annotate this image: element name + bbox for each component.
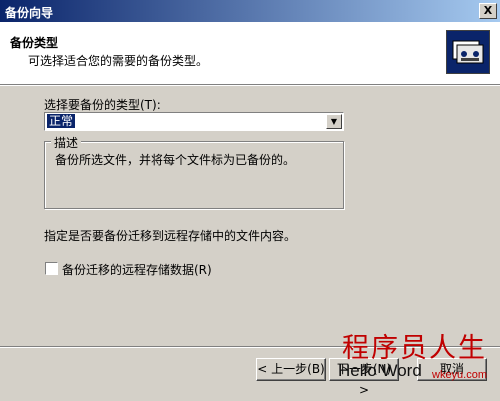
remote-storage-checkbox-label[interactable]: 备份迁移的远程存储数据(R)	[62, 261, 212, 278]
title-bar[interactable]: 备份向导 X	[0, 0, 500, 22]
remote-storage-checkbox[interactable]	[45, 262, 58, 275]
page-title: 备份类型	[10, 36, 59, 50]
window-title: 备份向导	[5, 6, 54, 20]
description-group: 描述 备份所选文件，并将每个文件标为已备份的。	[44, 134, 344, 209]
backup-type-label: 选择要备份的类型(T):	[44, 98, 161, 112]
watermark-english: Hello Word	[338, 361, 422, 380]
description-text: 备份所选文件，并将每个文件标为已备份的。	[55, 153, 296, 167]
page-subtitle: 可选择适合您的需要的备份类型。	[28, 54, 209, 68]
backup-type-select[interactable]: 正常 ▼	[44, 112, 344, 131]
description-legend: 描述	[51, 134, 82, 151]
backup-type-selected-value: 正常	[45, 113, 77, 129]
close-button[interactable]: X	[479, 3, 497, 19]
backup-tape-icon	[446, 30, 490, 74]
chevron-down-icon[interactable]: ▼	[326, 114, 342, 129]
back-button[interactable]: < 上一步(B)	[256, 358, 326, 381]
wizard-header: 备份类型 可选择适合您的需要的备份类型。	[0, 22, 500, 85]
watermark-url: wkeyu.com	[432, 369, 488, 381]
remote-storage-label: 指定是否要备份迁移到远程存储中的文件内容。	[44, 229, 297, 243]
header-divider	[0, 85, 500, 86]
watermark-chinese: 程序员人生	[342, 333, 487, 364]
